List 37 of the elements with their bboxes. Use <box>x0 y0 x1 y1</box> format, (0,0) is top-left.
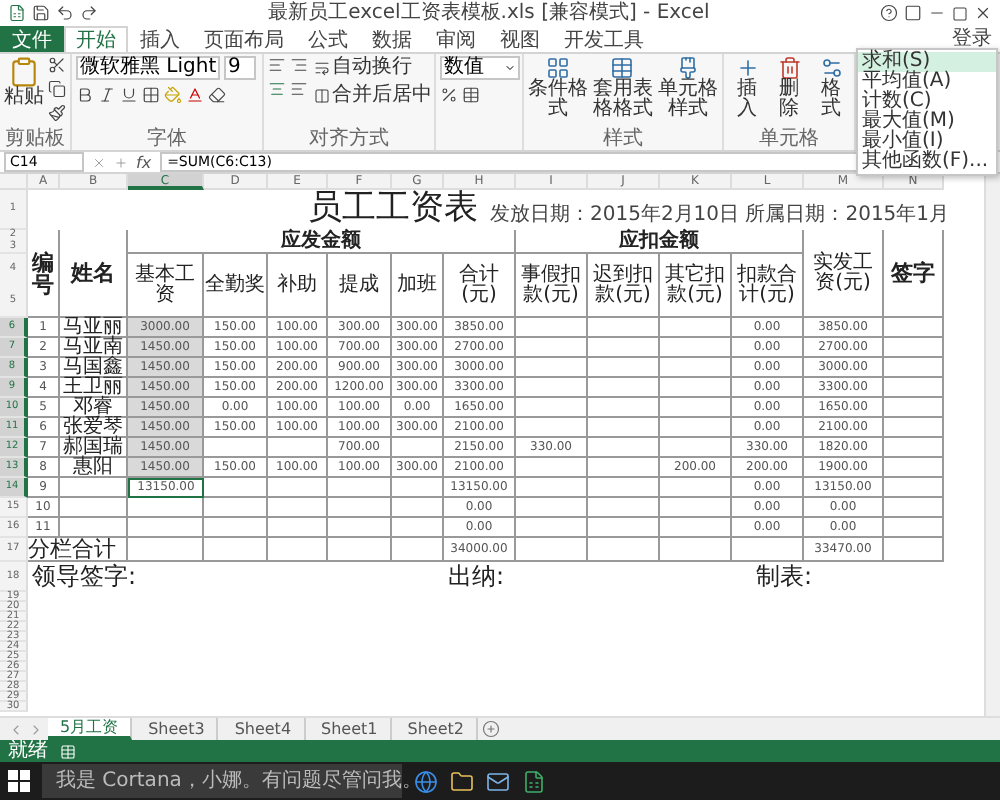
header-cell: 其它扣款(元) <box>660 254 732 318</box>
status-text: 就绪 <box>8 741 48 761</box>
header-cell: 全勤奖 <box>204 254 268 318</box>
window-title: 最新员工excel工资表模板.xls [兼容模式] - Excel <box>266 1 712 25</box>
group-label: 单元格 <box>757 130 821 150</box>
header-cell: 补助 <box>268 254 328 318</box>
table-cell: 王卫丽 <box>60 378 128 398</box>
table-cell: 张爱琴 <box>60 418 128 438</box>
table-cell: 郝国瑞 <box>60 438 128 458</box>
signature-label: 制表: <box>756 564 813 590</box>
signature-label: 领导签字: <box>32 564 137 590</box>
header-cell: 扣款合计(元) <box>732 254 804 318</box>
header-cell: 实发工资(元) <box>804 230 884 318</box>
header-cell: 应扣金额 <box>516 230 804 254</box>
header-cell: 应发金额 <box>128 230 516 254</box>
header-cell: 加班 <box>392 254 444 318</box>
header-cell: 迟到扣款(元) <box>588 254 660 318</box>
table-cell: 马亚南 <box>60 338 128 358</box>
group-label: 对齐方式 <box>307 130 391 150</box>
table-cell: 马国鑫 <box>60 358 128 378</box>
table-cell: 惠阳 <box>60 458 128 478</box>
date-text: 发放日期：2015年2月10日 所属日期：2015年1月 <box>490 206 950 226</box>
header-cell: 签字 <box>884 230 944 318</box>
header-cell: 事假扣款(元) <box>516 254 588 318</box>
group-label: 字体 <box>145 130 189 150</box>
table-cell: 马亚丽 <box>60 318 128 338</box>
table-cell: 邓睿 <box>60 398 128 418</box>
total-label-cell: 分栏合计 <box>28 538 128 562</box>
sheet-title: 员工工资表 <box>308 190 478 226</box>
header-cell: 基本工资 <box>128 254 204 318</box>
header-cell: 合计(元) <box>444 254 516 318</box>
header-cell: 提成 <box>328 254 392 318</box>
group-label: 样式 <box>601 130 645 150</box>
header-cell: 编号 <box>28 230 60 318</box>
signature-label: 出纳: <box>448 564 505 590</box>
group-label: 剪贴板 <box>4 130 66 150</box>
header-cell: 姓名 <box>60 230 128 318</box>
